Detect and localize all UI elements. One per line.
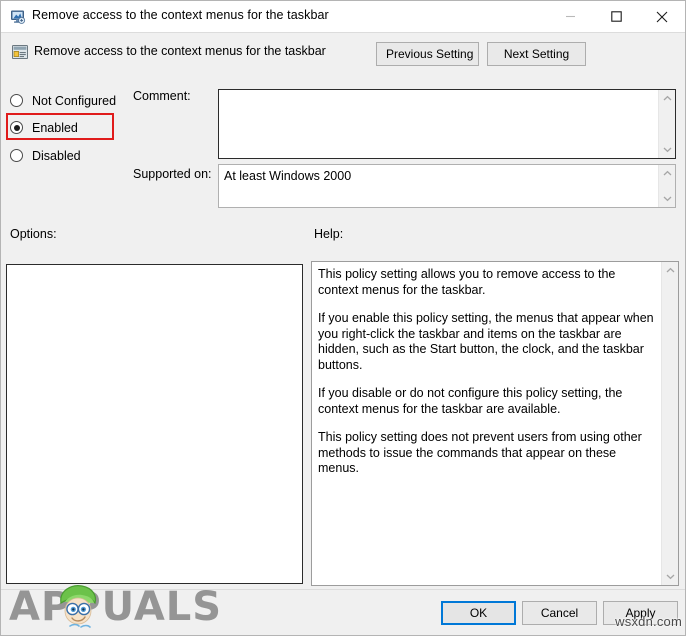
previous-setting-button[interactable]: Previous Setting [376, 42, 479, 66]
maximize-icon [610, 11, 622, 22]
help-text: This policy setting allows you to remove… [312, 262, 662, 585]
comment-box[interactable] [218, 89, 676, 159]
radio-mark-enabled [10, 121, 23, 134]
maximize-button[interactable] [593, 1, 639, 32]
supported-on-box: At least Windows 2000 [218, 164, 676, 208]
radio-label-enabled: Enabled [32, 120, 78, 135]
options-panel[interactable] [6, 264, 303, 584]
computer-monitor-icon [10, 9, 26, 25]
help-label: Help: [314, 227, 344, 241]
help-panel: This policy setting allows you to remove… [311, 261, 679, 586]
options-label: Options: [10, 227, 57, 241]
help-paragraph: If you enable this policy setting, the m… [318, 311, 654, 372]
supported-on-label: Supported on: [133, 167, 212, 181]
help-paragraph: If you disable or do not configure this … [318, 386, 623, 416]
cancel-button[interactable]: Cancel [522, 601, 597, 625]
radio-label-not-configured: Not Configured [32, 93, 117, 108]
radio-label-disabled: Disabled [32, 148, 81, 163]
apply-button[interactable]: Apply [603, 601, 678, 625]
help-paragraph: This policy setting allows you to remove… [318, 267, 616, 297]
radio-disabled[interactable]: Disabled [10, 145, 81, 166]
group-policy-setting-dialog: Remove access to the context menus for t… [0, 0, 686, 636]
next-setting-button[interactable]: Next Setting [487, 42, 586, 66]
window-title: Remove access to the context menus for t… [32, 8, 329, 22]
setting-header: Remove access to the context menus for t… [1, 32, 685, 77]
close-button[interactable] [639, 1, 685, 32]
chevron-up-icon[interactable] [662, 262, 678, 279]
help-scrollbar[interactable] [661, 262, 678, 585]
dialog-footer: OK Cancel Apply [1, 589, 685, 635]
policy-setting-icon [11, 43, 29, 61]
comment-label: Comment: [133, 89, 191, 103]
chevron-up-icon[interactable] [659, 165, 676, 182]
radio-not-configured[interactable]: Not Configured [10, 90, 116, 111]
minimize-button[interactable] [547, 1, 593, 32]
help-paragraph: This policy setting does not prevent use… [318, 430, 642, 475]
title-bar: Remove access to the context menus for t… [1, 1, 685, 32]
radio-mark-disabled [10, 149, 23, 162]
supported-on-value: At least Windows 2000 [224, 169, 352, 183]
minimize-icon [565, 15, 575, 18]
chevron-down-icon[interactable] [659, 190, 676, 207]
comment-scrollbar[interactable] [658, 90, 675, 158]
comment-input[interactable] [219, 90, 659, 158]
supported-on-scrollbar[interactable] [658, 165, 675, 207]
ok-button[interactable]: OK [441, 601, 516, 625]
chevron-down-icon[interactable] [662, 568, 678, 585]
radio-mark-not-configured [10, 94, 23, 107]
radio-enabled[interactable]: Enabled [10, 117, 78, 138]
close-icon [656, 11, 668, 22]
chevron-down-icon[interactable] [659, 141, 676, 158]
chevron-up-icon[interactable] [659, 90, 676, 107]
setting-title: Remove access to the context menus for t… [34, 44, 326, 58]
